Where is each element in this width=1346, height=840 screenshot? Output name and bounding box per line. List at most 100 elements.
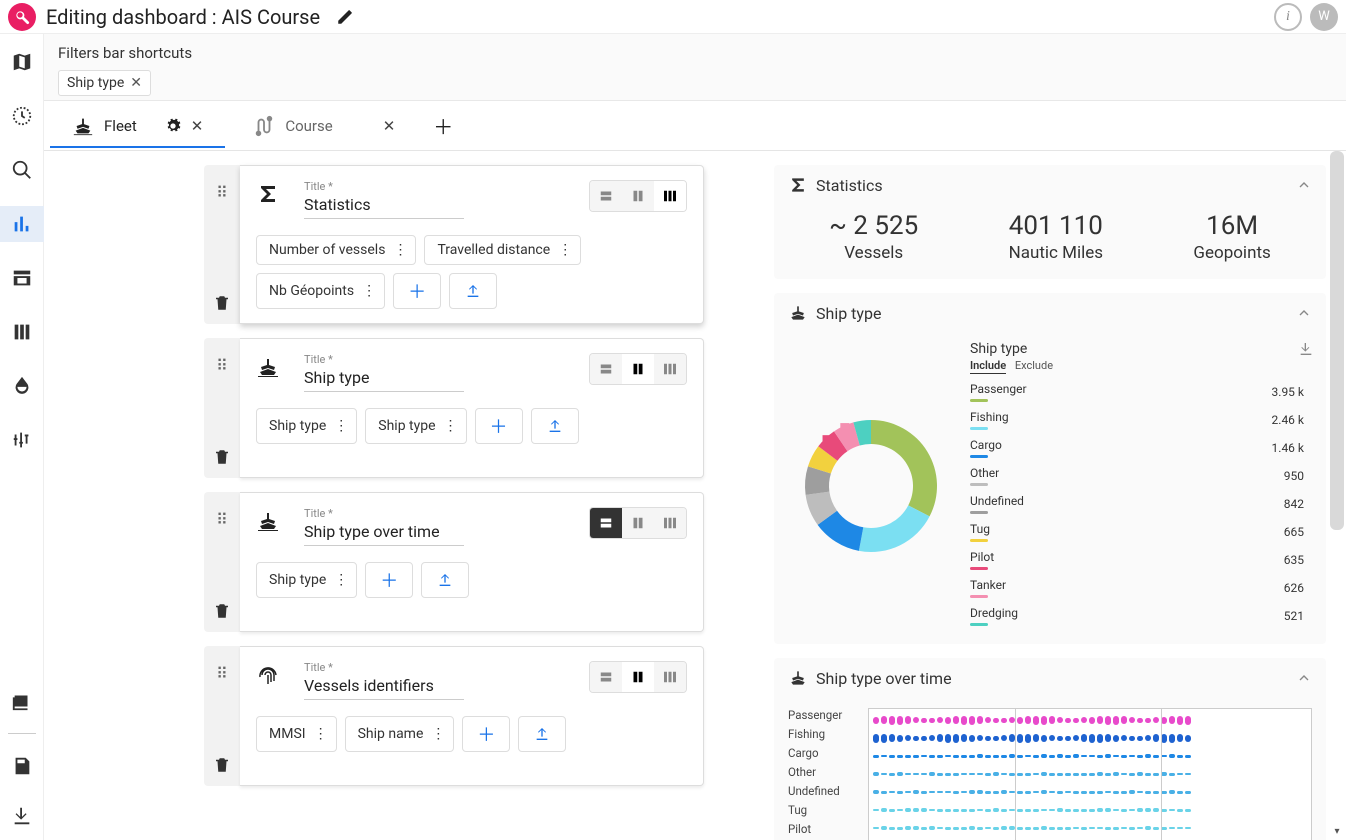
legend-row[interactable]: Fishing2.46 k: [970, 406, 1304, 434]
tab-fleet[interactable]: Fleet ✕: [50, 105, 225, 147]
delete-widget[interactable]: [213, 756, 231, 774]
legend-row[interactable]: Other950: [970, 462, 1304, 490]
delete-widget[interactable]: [213, 294, 231, 312]
drag-handle[interactable]: ⠿: [216, 356, 228, 375]
tag-menu[interactable]: ⋮: [431, 726, 445, 742]
widget-title[interactable]: Statistics: [304, 195, 464, 219]
metric-tag[interactable]: Ship name⋮: [345, 716, 455, 752]
close-tab-course[interactable]: ✕: [383, 117, 396, 135]
user-avatar[interactable]: W: [1310, 3, 1338, 31]
layout-option[interactable]: [622, 662, 654, 692]
sidebar-download[interactable]: [0, 798, 44, 834]
widget-card[interactable]: Title * Ship type over time Ship type⋮＋: [240, 492, 704, 632]
upload-metric-button[interactable]: [518, 716, 566, 752]
upload-metric-button[interactable]: [531, 408, 579, 444]
layout-option[interactable]: [654, 508, 686, 538]
legend-row[interactable]: Tanker626: [970, 574, 1304, 602]
layout-option[interactable]: [622, 354, 654, 384]
editor-column: ⠿ Title * Statistics Number of vessels⋮T…: [44, 151, 764, 840]
legend-row[interactable]: Passenger3.95 k: [970, 378, 1304, 406]
route-icon: [253, 115, 275, 137]
donut-slice[interactable]: [859, 505, 930, 552]
page-title: Editing dashboard : AIS Course: [46, 5, 320, 29]
legend-row[interactable]: Undefined842: [970, 490, 1304, 518]
widget-handle: ⠿: [204, 165, 240, 324]
layout-option[interactable]: [622, 181, 654, 211]
upload-metric-button[interactable]: [449, 273, 497, 309]
upload-metric-button[interactable]: [421, 562, 469, 598]
widget-card[interactable]: Title * Vessels identifiers MMSI⋮Ship na…: [240, 646, 704, 786]
layout-option[interactable]: [590, 354, 622, 384]
add-metric-button[interactable]: ＋: [365, 562, 413, 598]
close-tab-fleet[interactable]: ✕: [191, 117, 204, 135]
widget-title[interactable]: Ship type: [304, 368, 464, 392]
collapse-statistics[interactable]: [1296, 177, 1312, 193]
layout-option[interactable]: [590, 181, 622, 211]
legend-row[interactable]: Cargo1.46 k: [970, 434, 1304, 462]
delete-widget[interactable]: [213, 448, 231, 466]
add-metric-button[interactable]: ＋: [475, 408, 523, 444]
sidebar-analytics[interactable]: [0, 206, 44, 242]
filter-chip[interactable]: Ship type✕: [58, 70, 151, 96]
widget-title[interactable]: Ship type over time: [304, 522, 464, 546]
layout-option[interactable]: [590, 508, 622, 538]
sidebar-library[interactable]: [0, 683, 44, 719]
widget-card[interactable]: Title * Statistics Number of vessels⋮Tra…: [240, 165, 704, 324]
download-legend[interactable]: [1298, 341, 1314, 357]
metric-tag[interactable]: Ship type⋮: [256, 408, 357, 444]
sidebar-table[interactable]: [0, 260, 44, 296]
legend-row[interactable]: Dredging521: [970, 602, 1304, 630]
add-tab-button[interactable]: ＋: [423, 101, 463, 150]
layout-option[interactable]: [654, 354, 686, 384]
sidebar-columns[interactable]: [0, 314, 44, 350]
gear-icon[interactable]: [165, 118, 181, 134]
legend-row[interactable]: Tug665: [970, 518, 1304, 546]
metric-tag[interactable]: Ship type⋮: [256, 562, 357, 598]
scrollbar[interactable]: [1330, 151, 1344, 530]
tag-menu[interactable]: ⋮: [393, 242, 407, 258]
metric-tag[interactable]: Travelled distance⋮: [424, 235, 581, 265]
tag-menu[interactable]: ⋮: [334, 572, 348, 588]
chip-remove[interactable]: ✕: [130, 75, 142, 91]
drag-handle[interactable]: ⠿: [216, 510, 228, 529]
sidebar-map[interactable]: [0, 44, 44, 80]
scroll-down-button[interactable]: ▾: [1328, 824, 1346, 838]
tag-menu[interactable]: ⋮: [362, 283, 376, 299]
donut-slice[interactable]: [871, 420, 937, 516]
collapse-shiptype[interactable]: [1296, 305, 1312, 321]
widget-title[interactable]: Vessels identifiers: [304, 676, 464, 700]
metric-tag[interactable]: Nb Géopoints⋮: [256, 273, 385, 309]
add-metric-button[interactable]: ＋: [393, 273, 441, 309]
sidebar-timeline[interactable]: [0, 98, 44, 134]
sidebar-save[interactable]: [0, 748, 44, 784]
tag-menu[interactable]: ⋮: [558, 242, 572, 258]
edit-title-button[interactable]: [336, 8, 354, 26]
layout-option[interactable]: [654, 181, 686, 211]
layout-option[interactable]: [590, 662, 622, 692]
metric-tag[interactable]: MMSI⋮: [256, 716, 337, 752]
download-icon: [1298, 341, 1314, 357]
timeline-icon: [11, 105, 33, 127]
delete-widget[interactable]: [213, 602, 231, 620]
widget-card[interactable]: Title * Ship type Ship type⋮Ship type⋮＋: [240, 338, 704, 478]
legend-mode[interactable]: Include Exclude: [970, 359, 1314, 372]
drag-handle[interactable]: ⠿: [216, 664, 228, 683]
tag-menu[interactable]: ⋮: [444, 418, 458, 434]
sidebar-style[interactable]: [0, 368, 44, 404]
tab-course[interactable]: Course ✕: [231, 105, 417, 147]
tag-menu[interactable]: ⋮: [314, 726, 328, 742]
legend-row[interactable]: Pilot635: [970, 546, 1304, 574]
collapse-overtime[interactable]: [1296, 670, 1312, 686]
opacity-icon: [11, 375, 33, 397]
sidebar-equalizer[interactable]: [0, 422, 44, 458]
layout-option[interactable]: [622, 508, 654, 538]
app-logo[interactable]: [8, 3, 36, 31]
metric-tag[interactable]: Number of vessels⋮: [256, 235, 416, 265]
sidebar-search[interactable]: [0, 152, 44, 188]
info-button[interactable]: i: [1274, 3, 1302, 31]
tag-menu[interactable]: ⋮: [334, 418, 348, 434]
add-metric-button[interactable]: ＋: [462, 716, 510, 752]
drag-handle[interactable]: ⠿: [216, 183, 228, 202]
layout-option[interactable]: [654, 662, 686, 692]
metric-tag[interactable]: Ship type⋮: [365, 408, 466, 444]
